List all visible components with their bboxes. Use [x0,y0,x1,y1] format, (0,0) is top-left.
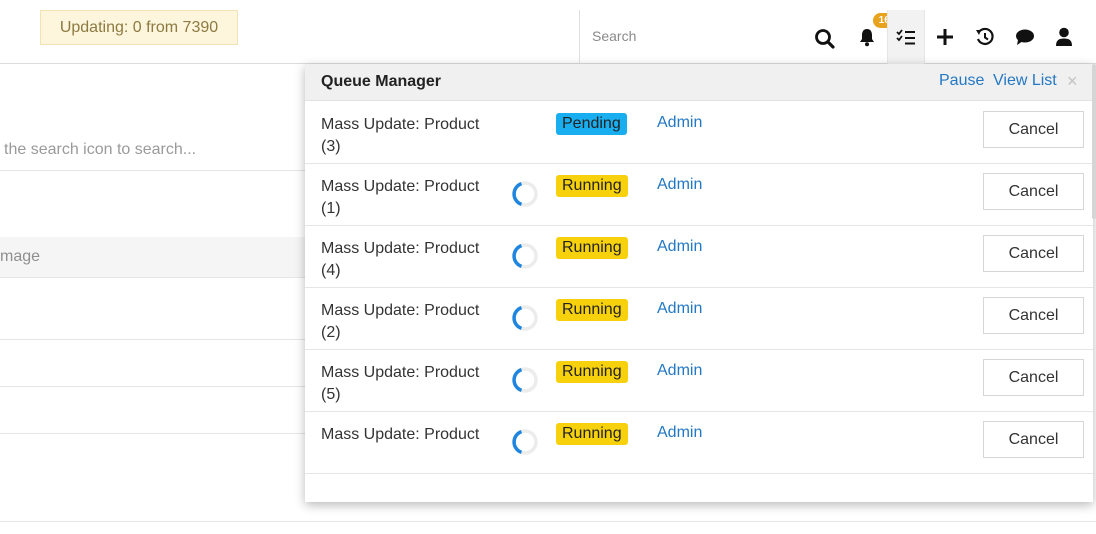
history-icon[interactable] [966,10,1004,64]
user-link[interactable]: Admin [657,300,702,318]
updating-status-badge: Updating: 0 from 7390 [40,10,238,45]
divider [0,521,1096,522]
queue-manager-header: Queue Manager Pause View List × [305,64,1093,101]
queue-item: Mass Update: Product Running Admin Cancel [305,412,1093,474]
column-header-image[interactable]: mage [0,248,40,266]
divider [0,170,320,171]
user-link[interactable]: Admin [657,238,702,256]
cancel-button[interactable]: Cancel [983,173,1084,210]
cancel-button[interactable]: Cancel [983,111,1084,148]
cancel-button[interactable]: Cancel [983,235,1084,272]
close-icon[interactable]: × [1067,71,1078,92]
loading-spinner-icon [510,365,540,395]
queue-item-name: Mass Update: Product [321,426,480,443]
loading-spinner-icon [510,303,540,333]
search-input[interactable] [580,10,800,62]
scrollbar[interactable] [1092,64,1096,219]
divider [0,339,320,340]
chat-icon[interactable] [1006,10,1044,64]
user-link[interactable]: Admin [657,176,702,194]
status-badge: Running [556,299,628,321]
user-link[interactable]: Admin [657,114,702,132]
queue-manager-title: Queue Manager [321,73,442,90]
table-header [0,237,320,277]
loading-spinner-icon [510,241,540,271]
cancel-button[interactable]: Cancel [983,421,1084,458]
search-hint-text: the search icon to search... [4,141,197,158]
user-icon[interactable] [1045,10,1083,64]
queue-item: Mass Update: Product (1) Running Admin Canc… [305,164,1093,226]
cancel-button[interactable]: Cancel [983,359,1084,396]
status-badge: Running [556,423,628,445]
queue-manager-panel: Queue Manager Pause View List × Mass Upd… [305,64,1093,502]
loading-spinner-icon [510,179,540,209]
pause-link[interactable]: Pause [939,72,984,90]
queue-item-name: Mass Update: Product (2) [321,302,480,341]
queue-item: Mass Update: Product (2) Running Admin Canc… [305,288,1093,350]
status-badge: Running [556,237,628,259]
queue-item: Mass Update: Product (4) Running Admin Canc… [305,226,1093,288]
search-box [579,10,847,64]
view-list-link[interactable]: View List [993,72,1057,90]
queue-item-name: Mass Update: Product (4) [321,240,480,279]
status-badge: Pending [556,113,627,135]
user-link[interactable]: Admin [657,362,702,380]
status-badge: Running [556,361,628,383]
queue-item-name: Mass Update: Product (1) [321,178,480,217]
plus-icon[interactable] [926,10,964,64]
status-badge: Running [556,175,628,197]
queue-item: Mass Update: Product (5) Running Admin Canc… [305,350,1093,412]
divider [0,386,320,387]
divider [0,277,320,278]
search-icon[interactable] [812,26,838,52]
top-bar: Updating: 0 from 7390 167 [0,0,1096,64]
loading-spinner-icon [510,427,540,457]
queue-item-name: Mass Update: Product (5) [321,364,480,403]
user-link[interactable]: Admin [657,424,702,442]
queue-item-name: Mass Update: Product (3) [321,116,480,155]
queue-manager-icon[interactable] [887,10,925,64]
cancel-button[interactable]: Cancel [983,297,1084,334]
queue-item: Mass Update: Product (3) Pending Admin Canc… [305,102,1093,164]
divider [0,433,320,434]
